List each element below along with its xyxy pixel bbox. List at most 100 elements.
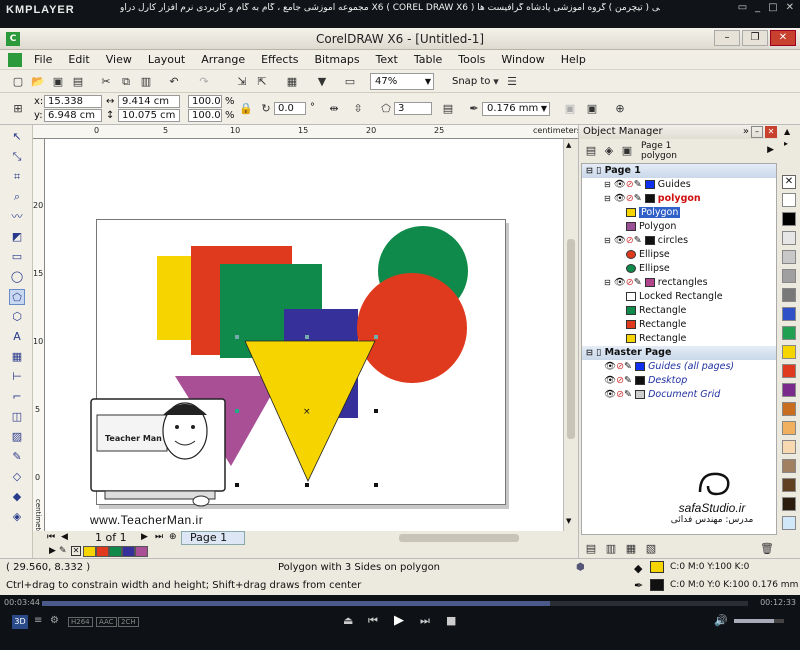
object-row[interactable]: Rectangle	[582, 318, 776, 332]
lock-ratio-icon[interactable]: 🔒	[238, 101, 254, 117]
menu-table[interactable]: Table	[406, 53, 450, 66]
object-row[interactable]: Rectangle	[582, 304, 776, 318]
menu-file[interactable]: File	[26, 53, 60, 66]
flyout-icon[interactable]: ▶	[767, 145, 774, 155]
object-row[interactable]: Polygon	[582, 220, 776, 234]
object-row[interactable]: ⊟ 👁⊘✎ Guides	[582, 178, 776, 192]
menu-edit[interactable]: Edit	[60, 53, 97, 66]
lock-icon[interactable]: ✎	[624, 375, 632, 386]
expand-icon[interactable]: »	[743, 125, 749, 139]
print-toggle-icon[interactable]: ⊘	[616, 389, 624, 400]
add-page-icon[interactable]: ⊕	[169, 532, 177, 542]
collapse-icon[interactable]: ⊟	[586, 348, 593, 357]
palette-swatch[interactable]	[782, 516, 796, 530]
transparency-tool-icon[interactable]: ▨	[9, 429, 25, 445]
outline-swatch[interactable]	[650, 579, 664, 591]
settings-icon[interactable]: ⚙	[50, 615, 59, 626]
print-toggle-icon[interactable]: ⊘	[626, 193, 634, 204]
restore-button[interactable]: ❐	[742, 30, 768, 46]
expand-icon[interactable]: ⊟	[604, 278, 611, 287]
palette-swatch[interactable]	[782, 269, 796, 283]
scroll-up-icon[interactable]: ▲	[566, 141, 576, 151]
minimize-icon[interactable]: _	[755, 2, 760, 13]
scroll-down-icon[interactable]: ▼	[566, 517, 576, 527]
print-icon[interactable]: ▤	[70, 74, 86, 90]
new-icon[interactable]: ▢	[10, 74, 26, 90]
menu-tools[interactable]: Tools	[450, 53, 493, 66]
3d-icon[interactable]: 3D	[12, 615, 28, 629]
outline-width-combo[interactable]: 0.176 mm ▼	[482, 102, 550, 116]
crop-tool-icon[interactable]: ⌗	[9, 169, 25, 185]
eject-icon[interactable]: ⏏	[343, 614, 353, 627]
blend-tool-icon[interactable]: ◫	[9, 409, 25, 425]
polygon-tool-icon[interactable]: ⬠	[9, 289, 25, 305]
convert-curves-icon[interactable]: ⊕	[612, 101, 628, 117]
menu-view[interactable]: View	[98, 53, 140, 66]
page-tab[interactable]: Page 1	[181, 531, 245, 545]
scale-x-field[interactable]: 100.0	[188, 95, 222, 108]
expand-icon[interactable]: ⊟	[604, 180, 611, 189]
cut-icon[interactable]: ✂	[98, 74, 114, 90]
redo-icon[interactable]: ↷	[196, 74, 212, 90]
doc-swatch[interactable]	[135, 546, 148, 557]
height-field[interactable]: 10.075 cm	[118, 109, 180, 122]
object-row[interactable]: Polygon	[582, 206, 776, 220]
palette-swatch[interactable]	[782, 288, 796, 302]
rectangle-tool-icon[interactable]: ▭	[9, 249, 25, 265]
object-row[interactable]: ⊟ 👁⊘✎ rectangles	[582, 276, 776, 290]
app-launcher-icon[interactable]: ▼	[314, 74, 330, 90]
smart-fill-icon[interactable]: ◩	[9, 229, 25, 245]
palette-swatch[interactable]	[782, 402, 796, 416]
play-icon[interactable]: ▶	[394, 613, 404, 628]
collapse-icon[interactable]: ⊟	[586, 166, 593, 175]
object-row[interactable]: 👁⊘✎ Document Grid	[582, 388, 776, 402]
palette-swatch[interactable]	[782, 345, 796, 359]
lock-icon[interactable]: ✎	[634, 235, 642, 246]
print-toggle-icon[interactable]: ⊘	[626, 179, 634, 190]
print-toggle-icon[interactable]: ⊘	[626, 277, 634, 288]
undo-icon[interactable]: ↶	[166, 74, 182, 90]
menu-text[interactable]: Text	[368, 53, 406, 66]
eye-icon[interactable]: 👁	[614, 179, 626, 190]
pick-tool-icon[interactable]: ↖	[9, 129, 25, 145]
prev-page-icon[interactable]: ◀	[61, 532, 68, 542]
table-tool-icon[interactable]: ▦	[9, 349, 25, 365]
eye-icon[interactable]: 👁	[614, 277, 626, 288]
rotate-icon[interactable]: ↻	[258, 101, 274, 117]
object-row[interactable]: ⊟ ▯ Master Page	[582, 346, 776, 360]
object-row[interactable]: Rectangle	[582, 332, 776, 346]
object-row[interactable]: Ellipse	[582, 248, 776, 262]
layer-manager-icon[interactable]: ▣	[619, 143, 635, 159]
welcome-icon[interactable]: ▭	[342, 74, 358, 90]
mirror-v-icon[interactable]: ⇳	[350, 101, 366, 117]
doc-swatch[interactable]	[122, 546, 135, 557]
freehand-tool-icon[interactable]: 〰	[9, 209, 25, 225]
no-color-swatch[interactable]: ✕	[782, 175, 796, 189]
menu-layout[interactable]: Layout	[140, 53, 193, 66]
fill-tool-icon[interactable]: ◆	[9, 489, 25, 505]
snap-dropdown-icon[interactable]: ▾	[488, 74, 504, 90]
close-button[interactable]: ✕	[770, 30, 796, 46]
object-row[interactable]: Locked Rectangle	[582, 290, 776, 304]
palette-swatch[interactable]	[782, 459, 796, 473]
print-toggle-icon[interactable]: ⊘	[626, 235, 634, 246]
options-icon[interactable]: ☰	[504, 74, 520, 90]
new-master-all-icon[interactable]: ▦	[623, 541, 639, 557]
close-docker-icon[interactable]: ✕	[765, 126, 777, 138]
dimension-tool-icon[interactable]: ⊢	[9, 369, 25, 385]
first-page-icon[interactable]: ⏮	[47, 532, 55, 542]
object-row[interactable]: ⊟ 👁⊘✎ polygon	[582, 192, 776, 206]
doc-swatch[interactable]	[109, 546, 122, 557]
vertical-ruler[interactable]: 20 15 10 5 0 centimeters	[33, 139, 45, 543]
palette-swatch[interactable]	[782, 421, 796, 435]
doc-icon[interactable]	[8, 52, 22, 67]
red-ellipse[interactable]	[357, 273, 467, 383]
minimize-button[interactable]: –	[714, 30, 740, 46]
horizontal-scrollbar[interactable]	[253, 531, 563, 545]
pin-icon[interactable]: ▭	[738, 2, 747, 13]
lock-icon[interactable]: ✎	[634, 179, 642, 190]
basic-shapes-icon[interactable]: ⬡	[9, 309, 25, 325]
angle-field[interactable]: 0.0	[274, 102, 306, 115]
menu-bitmaps[interactable]: Bitmaps	[306, 53, 367, 66]
volume-slider[interactable]	[734, 619, 784, 623]
